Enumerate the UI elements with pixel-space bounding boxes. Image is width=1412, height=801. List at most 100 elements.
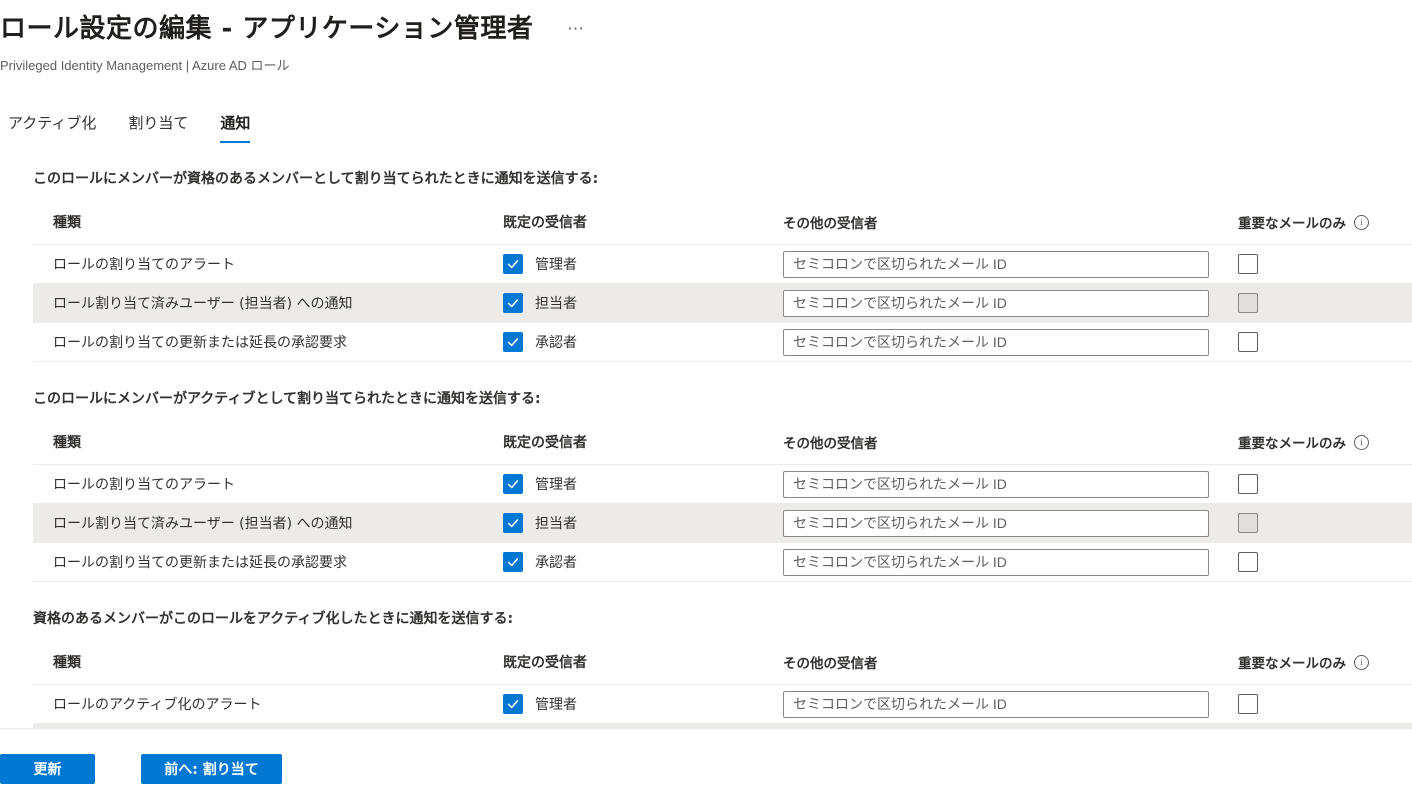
- notification-type: ロールの割り当てのアラート: [53, 477, 235, 493]
- critical-only-cell: [1230, 552, 1258, 572]
- table-header: 種類 既定の受信者 その他の受信者 重要なメールのみ i: [33, 420, 1412, 465]
- info-icon[interactable]: i: [1354, 434, 1369, 450]
- table-row: ロールの割り当てのアラート 管理者: [33, 465, 1412, 504]
- critical-only-cell: [1230, 513, 1258, 533]
- notification-type: ロールの割り当ての更新または延長の承認要求: [53, 335, 347, 351]
- notification-type: ロール割り当て済みユーザー (担当者) への通知: [53, 296, 353, 312]
- critical-only-checkbox[interactable]: [1238, 293, 1258, 313]
- default-recipient-cell: 管理者: [503, 474, 783, 494]
- other-recipients-input[interactable]: [783, 470, 1209, 498]
- tab-activation[interactable]: アクティブ化: [8, 112, 96, 143]
- info-icon[interactable]: i: [1354, 654, 1369, 670]
- critical-only-label: 重要なメールのみ: [1238, 216, 1346, 232]
- default-recipient-label: 承認者: [535, 555, 577, 571]
- previous-assignment-button[interactable]: 前へ: 割り当て: [141, 754, 282, 784]
- critical-only-cell: [1230, 694, 1258, 714]
- column-header-critical-only: 重要なメールのみ i: [1230, 432, 1369, 452]
- column-header-other-recipients: その他の受信者: [783, 216, 878, 232]
- tab-assignment[interactable]: 割り当て: [128, 112, 188, 143]
- checkmark-icon: [507, 558, 519, 567]
- other-recipients-cell: [783, 548, 1230, 576]
- default-recipient-label: 担当者: [535, 296, 577, 312]
- default-recipient-checkbox[interactable]: [503, 694, 523, 714]
- critical-only-cell: [1230, 474, 1258, 494]
- page-title-row: ロール設定の編集 - アプリケーション管理者 ···: [0, 8, 584, 45]
- notification-section: このロールにメンバーがアクティブとして割り当てられたときに通知を送信する: 種類 既…: [33, 376, 1412, 582]
- column-header-default-recipient: 既定の受信者: [503, 655, 587, 671]
- default-recipient-checkbox[interactable]: [503, 293, 523, 313]
- column-header-default-recipient: 既定の受信者: [503, 435, 587, 451]
- checkmark-icon: [507, 338, 519, 347]
- default-recipient-label: 管理者: [535, 257, 577, 273]
- notification-type: ロールの割り当てのアラート: [53, 257, 235, 273]
- section-title: このロールにメンバーが資格のあるメンバーとして割り当てられたときに通知を送信する…: [33, 171, 599, 187]
- critical-only-checkbox[interactable]: [1238, 552, 1258, 572]
- checkmark-icon: [507, 260, 519, 269]
- critical-only-checkbox[interactable]: [1238, 332, 1258, 352]
- default-recipient-checkbox[interactable]: [503, 552, 523, 572]
- footer-bar: 更新 前へ: 割り当て: [0, 728, 1412, 801]
- table-row: ロール割り当て済みユーザー (担当者) への通知 担当者: [33, 284, 1412, 323]
- notification-table: 種類 既定の受信者 その他の受信者 重要なメールのみ i ロールの割り当てのアラート 管理者…: [33, 420, 1412, 582]
- default-recipient-cell: 担当者: [503, 513, 783, 533]
- checkmark-icon: [507, 480, 519, 489]
- other-recipients-cell: [783, 690, 1230, 718]
- critical-only-cell: [1230, 293, 1258, 313]
- other-recipients-input[interactable]: [783, 328, 1209, 356]
- column-header-default-recipient: 既定の受信者: [503, 215, 587, 231]
- critical-only-checkbox[interactable]: [1238, 474, 1258, 494]
- checkmark-icon: [507, 299, 519, 308]
- notification-type: ロール割り当て済みユーザー (担当者) への通知: [53, 516, 353, 532]
- tab-notification[interactable]: 通知: [220, 112, 251, 143]
- column-header-critical-only: 重要なメールのみ i: [1230, 652, 1369, 672]
- critical-only-cell: [1230, 254, 1258, 274]
- column-header-type: 種類: [53, 215, 81, 231]
- critical-only-checkbox[interactable]: [1238, 254, 1258, 274]
- tab-bar: アクティブ化 割り当て 通知: [8, 112, 282, 143]
- column-header-type: 種類: [53, 655, 81, 671]
- section-title: 資格のあるメンバーがこのロールをアクティブ化したときに通知を送信する:: [33, 611, 514, 627]
- default-recipient-cell: 担当者: [503, 293, 783, 313]
- other-recipients-input[interactable]: [783, 289, 1209, 317]
- other-recipients-input[interactable]: [783, 250, 1209, 278]
- default-recipient-label: 管理者: [535, 477, 577, 493]
- other-recipients-cell: [783, 328, 1230, 356]
- column-header-type: 種類: [53, 435, 81, 451]
- critical-only-checkbox[interactable]: [1238, 694, 1258, 714]
- column-header-other-recipients: その他の受信者: [783, 656, 878, 672]
- default-recipient-cell: 管理者: [503, 694, 783, 714]
- default-recipient-cell: 承認者: [503, 552, 783, 572]
- update-button[interactable]: 更新: [0, 754, 95, 784]
- other-recipients-cell: [783, 250, 1230, 278]
- other-recipients-cell: [783, 470, 1230, 498]
- notification-table: 種類 既定の受信者 その他の受信者 重要なメールのみ i ロールのアクティブ化のアラート 管…: [33, 640, 1412, 728]
- other-recipients-input[interactable]: [783, 509, 1209, 537]
- table-row: ロールの割り当てのアラート 管理者: [33, 245, 1412, 284]
- page-header: ロール設定の編集 - アプリケーション管理者 ··· Privileged Id…: [0, 8, 584, 74]
- default-recipient-checkbox[interactable]: [503, 474, 523, 494]
- default-recipient-checkbox[interactable]: [503, 513, 523, 533]
- table-header: 種類 既定の受信者 その他の受信者 重要なメールのみ i: [33, 200, 1412, 245]
- notification-table: 種類 既定の受信者 その他の受信者 重要なメールのみ i ロールの割り当てのアラート 管理者…: [33, 200, 1412, 362]
- table-row: ロールのアクティブ化のアラート 管理者: [33, 685, 1412, 724]
- other-recipients-input[interactable]: [783, 548, 1209, 576]
- notification-settings: このロールにメンバーが資格のあるメンバーとして割り当てられたときに通知を送信する…: [33, 156, 1412, 728]
- checkmark-icon: [507, 700, 519, 709]
- default-recipient-checkbox[interactable]: [503, 332, 523, 352]
- page-subtitle: Privileged Identity Management | Azure A…: [0, 58, 290, 73]
- info-icon[interactable]: i: [1354, 214, 1369, 230]
- section-title: このロールにメンバーがアクティブとして割り当てられたときに通知を送信する:: [33, 391, 541, 407]
- critical-only-label: 重要なメールのみ: [1238, 436, 1346, 452]
- critical-only-checkbox[interactable]: [1238, 513, 1258, 533]
- other-recipients-cell: [783, 289, 1230, 317]
- default-recipient-label: 担当者: [535, 516, 577, 532]
- notification-type: ロールの割り当ての更新または延長の承認要求: [53, 555, 347, 571]
- default-recipient-cell: 承認者: [503, 332, 783, 352]
- default-recipient-checkbox[interactable]: [503, 254, 523, 274]
- more-options-icon[interactable]: ···: [567, 19, 584, 38]
- critical-only-label: 重要なメールのみ: [1238, 656, 1346, 672]
- notification-type: ロールのアクティブ化のアラート: [53, 697, 262, 713]
- other-recipients-cell: [783, 509, 1230, 537]
- other-recipients-input[interactable]: [783, 690, 1209, 718]
- column-header-other-recipients: その他の受信者: [783, 436, 878, 452]
